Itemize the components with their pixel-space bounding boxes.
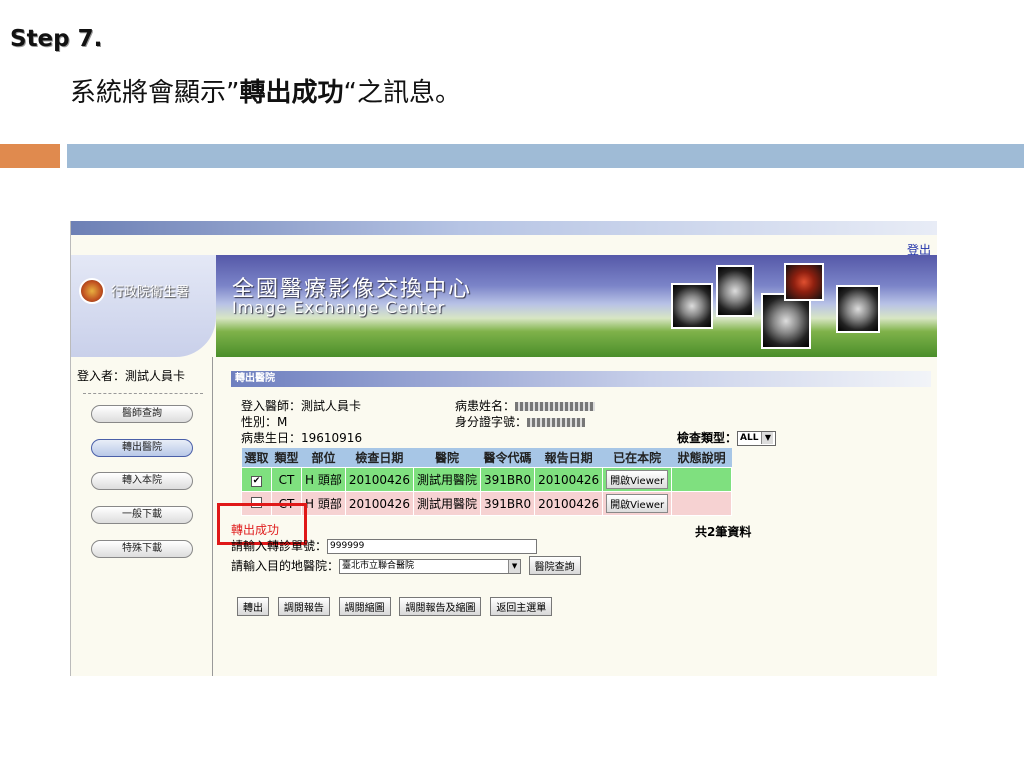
referral-label: 請輸入轉診單號： [231,539,328,553]
patient-id-info: 身分證字號： [455,413,586,430]
cell-date: 20100426 [344,491,414,516]
cell-hospital: 測試用醫院 [412,491,481,516]
cell-report-date: 20100426 [534,467,604,492]
birth-info: 病患生日：19610916 [241,431,363,445]
medical-scan-image [784,263,824,301]
app-title-en: Image Exchange Center [232,298,446,317]
section-title: 轉出醫院 [231,371,931,387]
col-header: 部位 [301,448,346,468]
slide-subtitle: 系統將會顯示”轉出成功“之訊息。 [70,72,461,109]
exam-type-filter: 檢查類型： ALL ▼ [677,429,777,446]
accent-bar-blue [67,144,1024,168]
col-header: 報告日期 [534,448,603,468]
cell-viewer: 開啟Viewer [602,467,673,492]
top-strip [71,221,937,235]
exam-type-select[interactable]: ALL ▼ [737,431,777,446]
medical-scan-image [761,293,811,349]
medical-scan-image [836,285,880,333]
patient-id-label: 身分證字號： [455,415,528,429]
destination-row: 請輸入目的地醫院： 臺北市立聯合醫院 ▼ 醫院查詢 [231,556,586,575]
medical-scan-image [716,265,754,317]
sidebar-item-doctor-query[interactable]: 醫師查詢 [91,405,193,423]
sidebar-item-general-download[interactable]: 一般下載 [91,506,193,524]
exam-table: 選取 類型 部位 檢查日期 醫院 醫令代碼 報告日期 已在本院 狀態說明 ✔ C [240,448,733,516]
cell-part: H 頭部 [301,491,346,516]
table-header: 選取 類型 部位 檢查日期 醫院 醫令代碼 報告日期 已在本院 狀態說明 [241,448,732,468]
redacted-id [527,418,586,427]
accent-bar-orange [0,144,60,168]
open-viewer-button[interactable]: 開啟Viewer [606,494,669,513]
agency-logo-panel: 行政院衛生署 [71,255,216,357]
record-count: 共2筆資料 [695,525,752,539]
cell-type: CT [271,467,303,492]
col-header: 已在本院 [602,448,672,468]
gender-info: 性別：M [241,415,288,429]
sidebar-item-special-download[interactable]: 特殊下載 [91,540,193,558]
patient-name-info: 病患姓名： [455,397,596,414]
redacted-name [515,402,596,411]
subtitle-pre: 系統將會顯示” [70,78,240,108]
cell-report-date: 20100426 [534,491,604,516]
cell-status [671,467,733,492]
step-heading: Step 7. [10,26,103,52]
referral-input[interactable]: 999999 [327,539,538,554]
row-checkbox[interactable]: ✔ [251,476,262,487]
col-header: 狀態說明 [671,448,732,468]
row-select-cell: ✔ [240,467,273,492]
chevron-down-icon: ▼ [761,432,774,444]
view-report-and-thumbnail-button[interactable]: 調閱報告及縮圖 [399,597,482,616]
cell-date: 20100426 [344,467,414,492]
cell-hospital: 測試用醫院 [412,467,481,492]
sidebar-item-transfer-in[interactable]: 轉入本院 [91,472,193,490]
login-user: 登入者：測試人員卡 [77,369,186,383]
medical-scan-image [671,283,713,329]
col-header: 檢查日期 [345,448,414,468]
doctor-info: 登入醫師：測試人員卡 [241,399,362,413]
cell-code: 391BR0 [479,467,536,492]
subtitle-post: “之訊息。 [343,78,461,108]
sidebar-item-transfer-out[interactable]: 轉出醫院 [91,439,193,457]
col-header: 類型 [271,448,302,468]
destination-label: 請輸入目的地醫院： [231,559,340,573]
sidebar: 登入者：測試人員卡 醫師查詢 轉出醫院 轉入本院 一般下載 特殊下載 [71,357,213,676]
return-main-menu-button[interactable]: 返回主選單 [490,597,553,616]
cell-part: H 頭部 [301,467,346,492]
transfer-out-button[interactable]: 轉出 [237,597,269,616]
agency-emblem-icon [79,278,105,304]
col-header: 選取 [241,448,272,468]
exam-type-value: ALL [740,433,759,443]
destination-value: 臺北市立聯合醫院 [342,561,415,571]
slide: Step 7. 系統將會顯示”轉出成功“之訊息。 登出 行政院衛生署 全國醫療影… [0,0,1024,768]
destination-select[interactable]: 臺北市立聯合醫院 ▼ [339,559,522,574]
app-banner: 全國醫療影像交換中心 Image Exchange Center [216,255,937,357]
col-header: 醫院 [413,448,481,468]
chevron-down-icon: ▼ [508,560,521,573]
open-viewer-button[interactable]: 開啟Viewer [606,470,669,489]
referral-row: 請輸入轉診單號： 999999 [231,537,538,554]
view-report-button[interactable]: 調閱報告 [277,597,330,616]
patient-name-label: 病患姓名： [455,399,516,413]
sidebar-divider [83,393,203,394]
table-row: CT H 頭部 20100426 測試用醫院 391BR0 20100426 開… [240,491,733,516]
cell-code: 391BR0 [479,491,536,516]
col-header: 醫令代碼 [480,448,535,468]
hospital-query-button[interactable]: 醫院查詢 [528,556,581,575]
subtitle-bold: 轉出成功 [239,78,344,108]
action-bar: 轉出 調閱報告 調閱縮圖 調閱報告及縮圖 返回主選單 [237,597,557,616]
table-row: ✔ CT H 頭部 20100426 測試用醫院 391BR0 20100426… [240,467,733,492]
exam-type-label: 檢查類型： [677,431,738,445]
cell-viewer: 開啟Viewer [602,491,673,516]
view-thumbnail-button[interactable]: 調閱縮圖 [338,597,391,616]
app-screenshot: 登出 行政院衛生署 全國醫療影像交換中心 Image Exchange Cent… [70,221,937,676]
cell-status [671,491,733,516]
agency-name: 行政院衛生署 [111,285,190,300]
